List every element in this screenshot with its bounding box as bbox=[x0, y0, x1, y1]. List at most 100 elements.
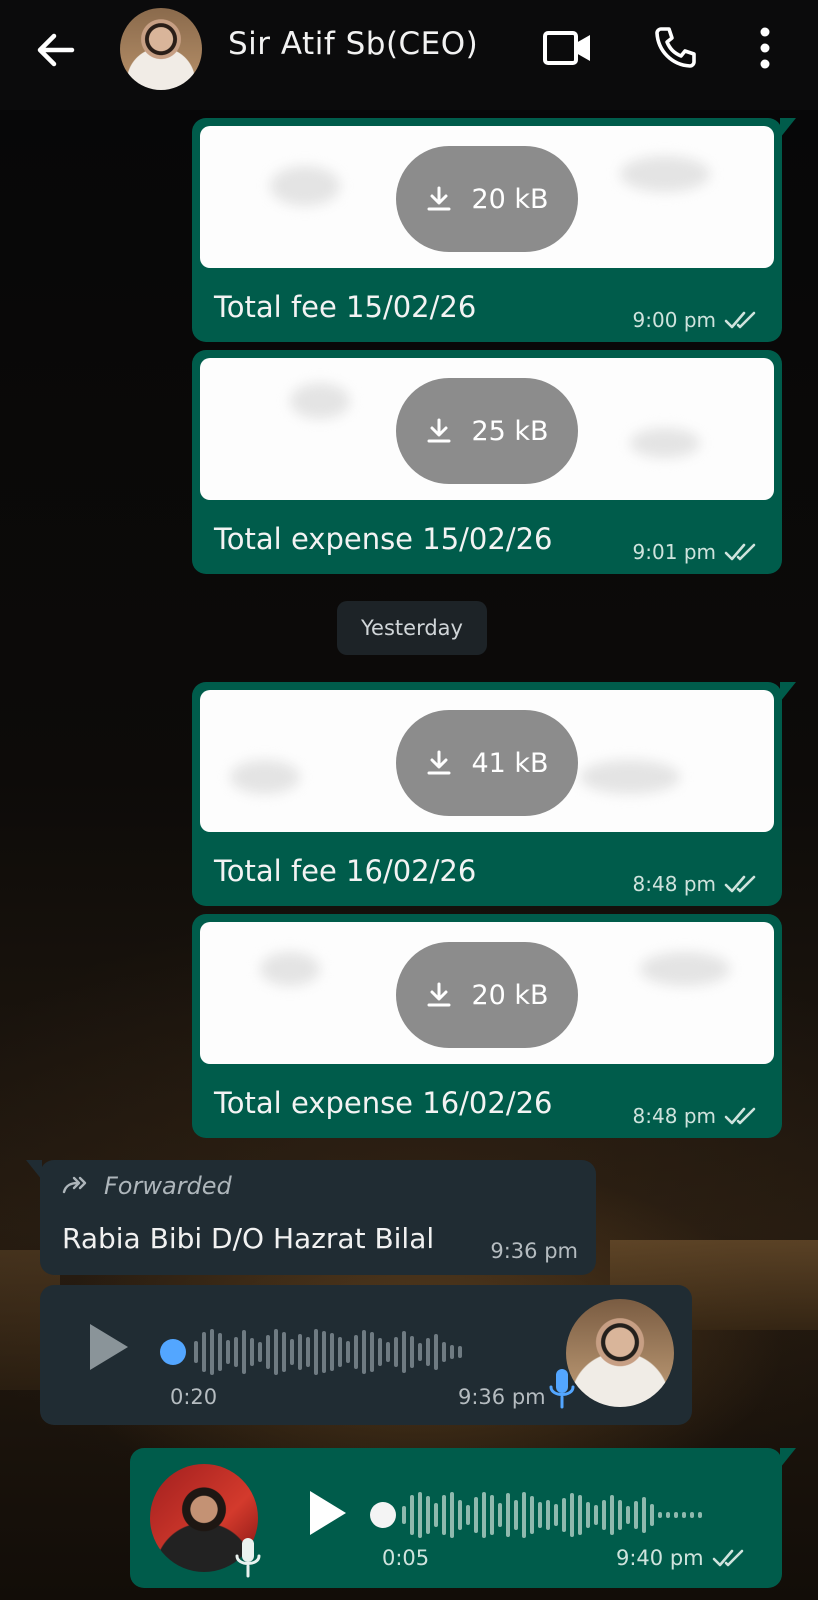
waveform-bar bbox=[426, 1338, 430, 1366]
waveform-bar bbox=[194, 1341, 198, 1363]
bubble-tail bbox=[780, 1448, 796, 1468]
waveform-bar bbox=[434, 1503, 438, 1527]
play-icon[interactable] bbox=[86, 1321, 132, 1373]
waveform-bar bbox=[618, 1500, 622, 1530]
document-message[interactable]: 20 kB Total fee 15/02/26 9:00 pm bbox=[192, 118, 796, 342]
document-message[interactable]: 25 kB Total expense 15/02/26 9:01 pm bbox=[192, 350, 782, 574]
waveform-bar bbox=[450, 1345, 454, 1359]
playhead[interactable] bbox=[370, 1502, 396, 1528]
document-message[interactable]: 20 kB Total expense 16/02/26 8:48 pm bbox=[192, 914, 782, 1138]
waveform-bar bbox=[498, 1503, 502, 1527]
document-preview[interactable]: 20 kB bbox=[200, 126, 774, 268]
download-icon bbox=[427, 982, 451, 1007]
waveform-bar bbox=[690, 1512, 694, 1518]
file-size: 25 kB bbox=[471, 415, 549, 447]
sender-avatar bbox=[566, 1299, 674, 1407]
read-receipt-icon bbox=[724, 875, 756, 893]
waveform-bar bbox=[658, 1512, 662, 1518]
contact-avatar[interactable] bbox=[120, 8, 202, 90]
waveform-bar bbox=[226, 1340, 230, 1364]
bubble-tail bbox=[780, 118, 796, 138]
waveform-bar bbox=[338, 1337, 342, 1367]
document-caption: Total expense 15/02/26 bbox=[214, 522, 553, 556]
waveform-bar bbox=[250, 1338, 254, 1366]
document-message[interactable]: 41 kB Total fee 16/02/26 8:48 pm bbox=[192, 682, 796, 906]
voice-call-icon[interactable] bbox=[652, 24, 698, 70]
file-size: 20 kB bbox=[471, 979, 549, 1011]
chat-header: Sir Atif Sb(CEO) bbox=[0, 0, 818, 110]
waveform-bar bbox=[466, 1505, 470, 1525]
waveform-bar bbox=[442, 1495, 446, 1535]
waveform-bar bbox=[266, 1335, 270, 1369]
text-message[interactable]: Forwarded Rabia Bibi D/O Hazrat Bilal 9:… bbox=[26, 1160, 596, 1275]
waveform-bar bbox=[410, 1336, 414, 1368]
waveform-bar bbox=[698, 1512, 702, 1518]
waveform[interactable] bbox=[402, 1490, 702, 1540]
waveform-bar bbox=[354, 1335, 358, 1369]
message-time: 8:48 pm bbox=[632, 872, 716, 896]
waveform-bar bbox=[642, 1497, 646, 1533]
waveform-bar bbox=[538, 1502, 542, 1528]
download-button[interactable]: 25 kB bbox=[396, 378, 578, 484]
more-options-icon[interactable] bbox=[758, 26, 772, 70]
waveform-bar bbox=[514, 1500, 518, 1530]
play-icon[interactable] bbox=[306, 1488, 350, 1538]
waveform-bar bbox=[474, 1497, 478, 1533]
download-icon bbox=[427, 750, 451, 775]
message-meta: 9:40 pm bbox=[616, 1546, 748, 1570]
voice-duration: 0:20 bbox=[170, 1385, 218, 1409]
read-receipt-icon bbox=[712, 1549, 743, 1567]
back-arrow-icon[interactable] bbox=[34, 28, 78, 72]
message-time: 9:40 pm bbox=[616, 1546, 704, 1570]
waveform-bar bbox=[634, 1501, 638, 1529]
waveform-bar bbox=[282, 1332, 286, 1372]
document-preview[interactable]: 25 kB bbox=[200, 358, 774, 500]
waveform-bar bbox=[202, 1332, 206, 1372]
download-button[interactable]: 20 kB bbox=[396, 146, 578, 252]
document-preview[interactable]: 20 kB bbox=[200, 922, 774, 1064]
voice-message[interactable]: 0:05 9:40 pm bbox=[130, 1448, 796, 1588]
waveform-bar bbox=[490, 1495, 494, 1535]
waveform-bar bbox=[554, 1504, 558, 1526]
file-size: 20 kB bbox=[471, 183, 549, 215]
waveform-bar bbox=[242, 1330, 246, 1374]
message-meta: 8:48 pm bbox=[633, 1104, 760, 1128]
waveform-bar bbox=[578, 1495, 582, 1535]
waveform-bar bbox=[234, 1337, 238, 1367]
contact-name[interactable]: Sir Atif Sb(CEO) bbox=[228, 26, 478, 62]
video-call-icon[interactable] bbox=[542, 26, 594, 70]
waveform[interactable] bbox=[194, 1327, 462, 1377]
waveform-bar bbox=[402, 1506, 406, 1524]
message-text: Rabia Bibi D/O Hazrat Bilal bbox=[62, 1222, 435, 1255]
waveform-bar bbox=[378, 1338, 382, 1366]
waveform-bar bbox=[458, 1500, 462, 1530]
waveform-bar bbox=[346, 1341, 350, 1363]
waveform-bar bbox=[418, 1343, 422, 1361]
message-meta: 9:01 pm bbox=[633, 540, 760, 564]
document-preview[interactable]: 41 kB bbox=[200, 690, 774, 832]
message-time: 9:01 pm bbox=[632, 540, 716, 564]
message-meta: 8:48 pm bbox=[633, 872, 760, 896]
voice-duration: 0:05 bbox=[382, 1546, 430, 1570]
waveform-bar bbox=[482, 1492, 486, 1538]
forwarded-label: Forwarded bbox=[62, 1172, 232, 1200]
waveform-bar bbox=[650, 1504, 654, 1526]
message-time: 9:00 pm bbox=[632, 308, 716, 332]
download-button[interactable]: 20 kB bbox=[396, 942, 578, 1048]
voice-message[interactable]: 0:20 9:36 pm bbox=[40, 1285, 692, 1425]
download-icon bbox=[427, 186, 451, 211]
download-button[interactable]: 41 kB bbox=[396, 710, 578, 816]
waveform-bar bbox=[666, 1512, 670, 1518]
waveform-bar bbox=[394, 1337, 398, 1367]
message-time: 9:36 pm bbox=[458, 1385, 546, 1409]
waveform-bar bbox=[610, 1495, 614, 1535]
waveform-bar bbox=[402, 1331, 406, 1373]
waveform-bar bbox=[594, 1505, 598, 1525]
waveform-bar bbox=[570, 1493, 574, 1537]
waveform-bar bbox=[442, 1342, 446, 1362]
document-caption: Total fee 15/02/26 bbox=[214, 290, 477, 324]
waveform-bar bbox=[458, 1346, 462, 1358]
playhead[interactable] bbox=[160, 1339, 186, 1365]
document-caption: Total fee 16/02/26 bbox=[214, 854, 477, 888]
waveform-bar bbox=[674, 1512, 678, 1518]
